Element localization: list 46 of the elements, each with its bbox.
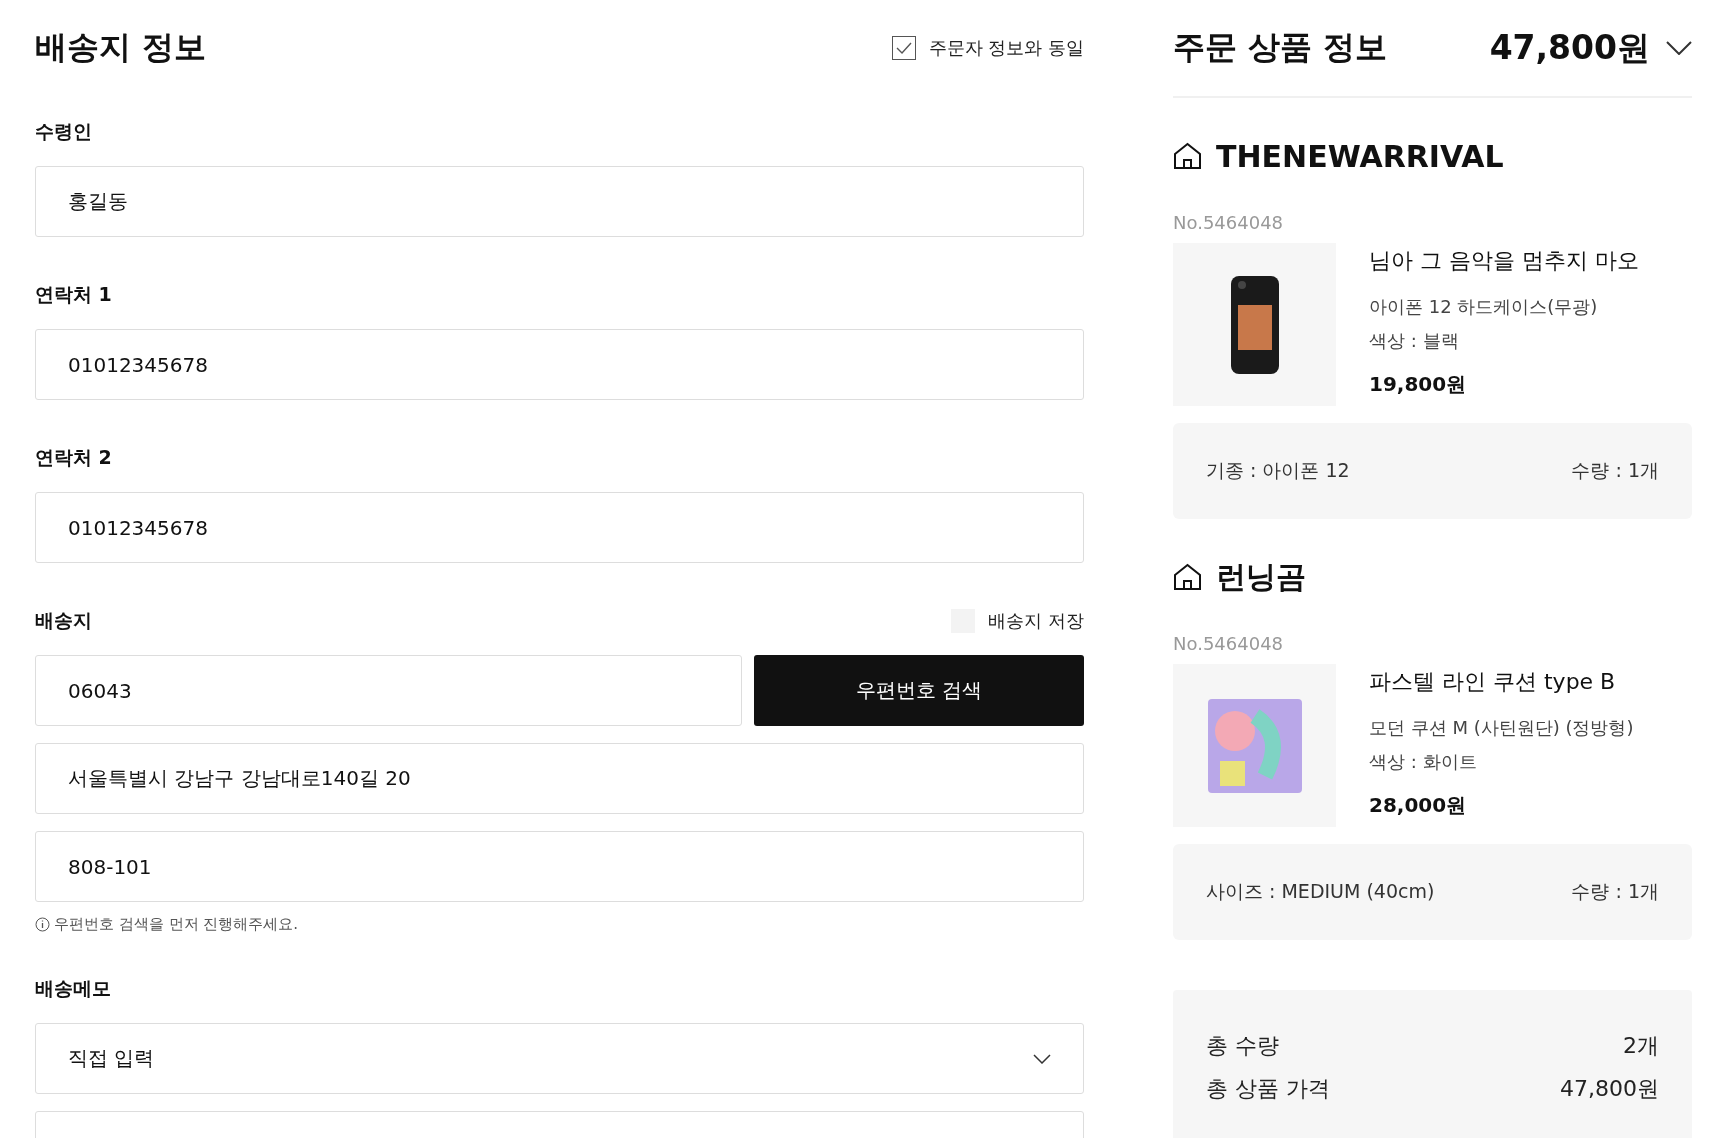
field-label: 배송메모 [35, 976, 112, 1001]
option-detail: 사이즈 : MEDIUM (40cm) [1206, 879, 1435, 904]
field-label: 연락처 2 [35, 445, 113, 470]
summary-value: 47,800원 [1560, 1074, 1659, 1103]
shop-name: THENEWARRIVAL [1216, 138, 1504, 174]
product-price: 19,800원 [1369, 371, 1468, 398]
checkbox[interactable] [891, 36, 916, 60]
product-option: 아이폰 12 하드케이스(무광) [1369, 295, 1639, 319]
checkbox-label[interactable]: 주문자 정보와 동일 [928, 36, 1084, 60]
product-number: No.5464048 [1173, 212, 1285, 233]
checkmark-icon [895, 42, 912, 54]
product-price: 28,000원 [1369, 792, 1468, 819]
input-field[interactable]: 01012345678 [35, 492, 1084, 563]
memo-dropdown[interactable]: 직접 입력 [35, 1023, 1084, 1094]
field-label: 수령인 [35, 119, 93, 144]
total-price: 47,800원 [1489, 26, 1650, 69]
input-field[interactable]: 서울특별시 강남구 강남대로140길 20 [35, 743, 1084, 814]
house-icon [1173, 142, 1202, 170]
option-quantity: 수량 : 1개 [1571, 458, 1659, 483]
product-number: No.5464048 [1173, 633, 1285, 654]
section-title: 배송지 정보 [35, 27, 207, 68]
product-option: 모던 쿠션 M (사틴원단) (정방형) [1369, 716, 1634, 740]
section-title: 주문 상품 정보 [1173, 27, 1388, 68]
summary-label: 총 수량 [1206, 1031, 1279, 1060]
zipcode-search-button[interactable]: 우편번호 검색 [754, 655, 1084, 726]
house-icon [1173, 563, 1202, 591]
input-field[interactable]: 06043 [35, 655, 742, 726]
input-field[interactable]: 808-101 [35, 831, 1084, 902]
info-icon [35, 917, 50, 932]
summary-value: 2개 [1623, 1031, 1659, 1060]
chevron-down-icon[interactable] [1666, 41, 1692, 55]
input-field[interactable]: 홍길동 [35, 166, 1084, 237]
option-detail: 기종 : 아이폰 12 [1206, 458, 1350, 483]
product-color: 색상 : 화이트 [1369, 750, 1478, 774]
field-label: 연락처 1 [35, 282, 113, 307]
shop-name: 런닝곰 [1216, 557, 1306, 596]
notice-text: 우편번호 검색을 먼저 진행해주세요. [54, 915, 299, 934]
summary-label: 총 상품 가격 [1206, 1074, 1330, 1103]
product-name: 파스텔 라인 쿠션 type B [1369, 668, 1617, 696]
product-name: 님아 그 음악을 멈추지 마오 [1369, 247, 1639, 275]
input-field[interactable]: 01012345678 [35, 329, 1084, 400]
product-color: 색상 : 블랙 [1369, 329, 1460, 353]
checkbox-label[interactable]: 배송지 저장 [988, 609, 1084, 633]
chevron-down-icon [1033, 1053, 1051, 1064]
option-quantity: 수량 : 1개 [1571, 879, 1659, 904]
field-label: 배송지 [35, 608, 92, 633]
